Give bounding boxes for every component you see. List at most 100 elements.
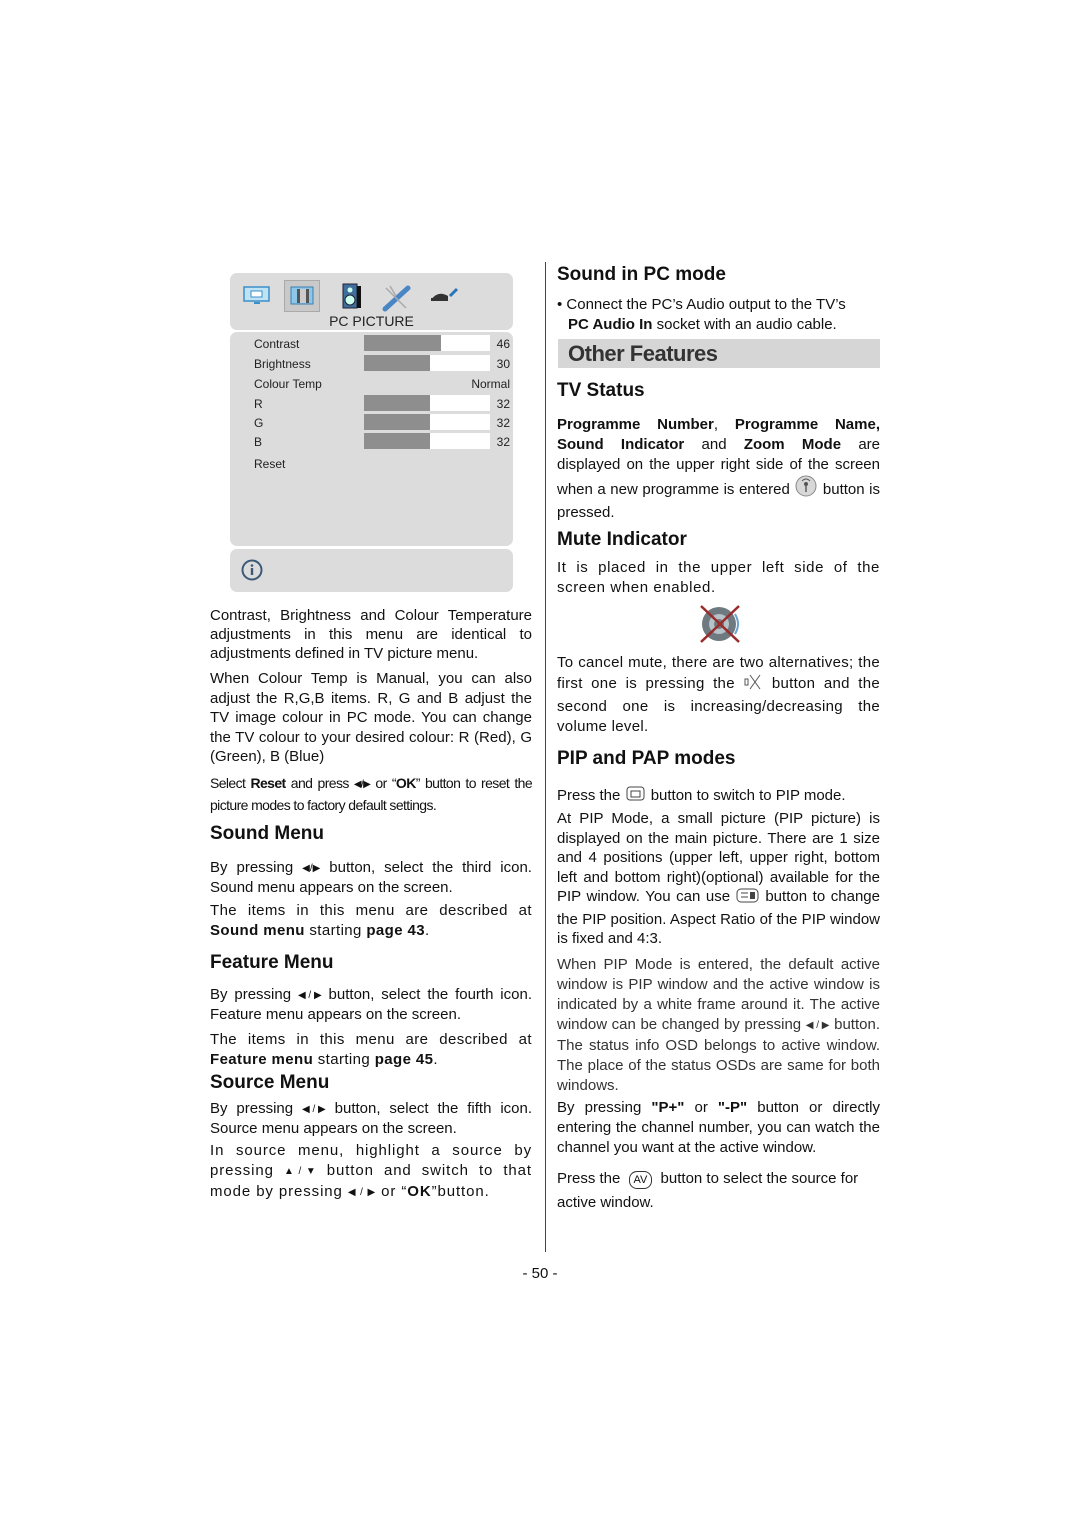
osd-item-label: Contrast [254,337,300,351]
text: and press [285,775,354,791]
left-right-arrow-icon: ◀ / ▶ [302,1104,326,1115]
osd-item-label: Reset [254,457,286,471]
osd-item-g[interactable]: G 32 [254,414,510,432]
osd-item-label: B [254,435,263,449]
osd-slider-contrast[interactable] [364,335,490,351]
text: ”button. [431,1183,490,1200]
text: or [684,1099,718,1116]
feature-icon [380,282,411,312]
pip-text-1: Press the button to switch to PIP mode. [557,785,880,809]
p-plus-label: "P+" [651,1099,685,1116]
pip-text-5: Press the AV button to select the source… [557,1167,880,1215]
pc-picture-description: Contrast, Brightness and Colour Temperat… [210,607,532,662]
colour-temp-description: When Colour Temp is Manual, you can also… [210,670,532,765]
mute-speaker-icon [697,602,743,651]
osd-item-value: 30 [496,357,510,371]
left-right-arrow-icon: ◀ / ▶ [347,1187,377,1198]
ok-label: OK [395,775,416,791]
tv-status-heading: TV Status [557,380,645,401]
picture-icon [242,282,272,308]
left-right-arrow-icon: ◀ / ▶ [805,1020,830,1031]
text: Sound Indicator [557,436,685,453]
text: . [433,1051,438,1068]
source-menu-text-1: By pressing ◀ / ▶ button, select the fif… [210,1099,532,1138]
osd-info-bar [230,549,513,592]
pip-button-icon [625,785,647,809]
pip-position-button-icon [736,888,760,910]
column-divider [545,262,546,1252]
pip-text-4: By pressing "P+" or "-P" button or direc… [557,1098,880,1158]
text: • Connect the PC’s Audio output to the T… [557,296,846,313]
info-icon [241,559,263,586]
osd-item-label: Brightness [254,357,311,371]
text: , [713,416,735,433]
page-number: - 50 - [522,1265,558,1282]
text: or “ [370,775,396,791]
feature-menu-text-1: By pressing ◀ / ▶ button, select the fou… [210,985,532,1024]
source-icon [428,282,459,308]
text: The items in this menu are described at [210,902,532,919]
info-antenna-button-icon [794,475,818,503]
osd-item-label: R [254,397,263,411]
osd-item-contrast[interactable]: Contrast 46 [254,335,510,353]
osd-item-value: Normal [471,377,510,391]
text: By pressing [210,1100,303,1117]
text: The items in this menu are described at [210,1031,532,1048]
pc-audio-in-label: PC Audio In [568,316,653,333]
page-ref: page 43 [366,922,426,939]
other-features-heading: Other Features [568,341,718,366]
text: . [425,922,430,939]
text: or “ [376,1183,408,1200]
ok-label: OK [407,1183,432,1200]
osd-item-value: 32 [496,435,510,449]
slider-fill [364,335,441,351]
link-feature-menu: Feature menu [210,1051,314,1068]
sound-in-pc-heading: Sound in PC mode [557,264,726,285]
pip-text-2: At PIP Mode, a small picture (PIP pictur… [557,809,880,949]
mute-indicator-heading: Mute Indicator [557,529,687,550]
text: By pressing [557,1099,652,1116]
text: By pressing [210,986,298,1003]
reset-label: Reset [250,775,286,791]
osd-item-value: 32 [496,416,510,430]
text: Zoom Mode [743,436,842,453]
feature-menu-heading: Feature Menu [210,952,334,973]
text: Press the [557,1170,625,1187]
text: Press the [557,787,625,804]
osd-item-brightness[interactable]: Brightness 30 [254,355,510,373]
text: Select [210,775,251,791]
source-menu-text-2: In source menu, highlight a source by pr… [210,1141,532,1203]
slider-fill [364,395,430,411]
text: By pressing [210,859,303,876]
slider-fill [364,433,430,449]
slider-fill [364,414,430,430]
osd-slider-g[interactable] [364,414,490,430]
text: button to switch to PIP mode. [646,787,846,804]
slider-fill [364,355,430,371]
link-sound-menu: Sound menu [210,922,305,939]
text: starting [313,1051,375,1068]
osd-slider-r[interactable] [364,395,490,411]
sound-menu-text-2: The items in this menu are described at … [210,901,532,941]
osd-item-b[interactable]: B 32 [254,433,510,451]
osd-menu-title: PC PICTURE [329,313,414,329]
av-button-icon: AV [628,1171,653,1189]
osd-item-r[interactable]: R 32 [254,395,510,413]
mute-button-icon [743,673,763,697]
tv-status-text: Programme Number, Programme Name, Sound … [557,415,880,523]
left-right-arrow-icon: ◀/▶ [353,779,371,790]
sound-menu-heading: Sound Menu [210,823,324,844]
text: socket with an audio cable. [652,316,837,333]
left-right-arrow-icon: ◀ / ▶ [297,990,322,1001]
osd-item-colour-temp[interactable]: Colour Temp Normal [254,375,510,393]
text: Programme Number [557,416,714,433]
osd-item-label: Colour Temp [254,377,322,391]
osd-slider-b[interactable] [364,433,490,449]
up-down-arrow-icon: ▲ / ▼ [284,1166,317,1177]
osd-item-reset[interactable]: Reset [254,455,510,473]
page-ref: page 45 [374,1051,434,1068]
source-menu-heading: Source Menu [210,1072,330,1093]
other-features-banner: Other Features [558,339,880,368]
osd-slider-brightness[interactable] [364,355,490,371]
left-right-arrow-icon: ◀/▶ [302,863,321,874]
